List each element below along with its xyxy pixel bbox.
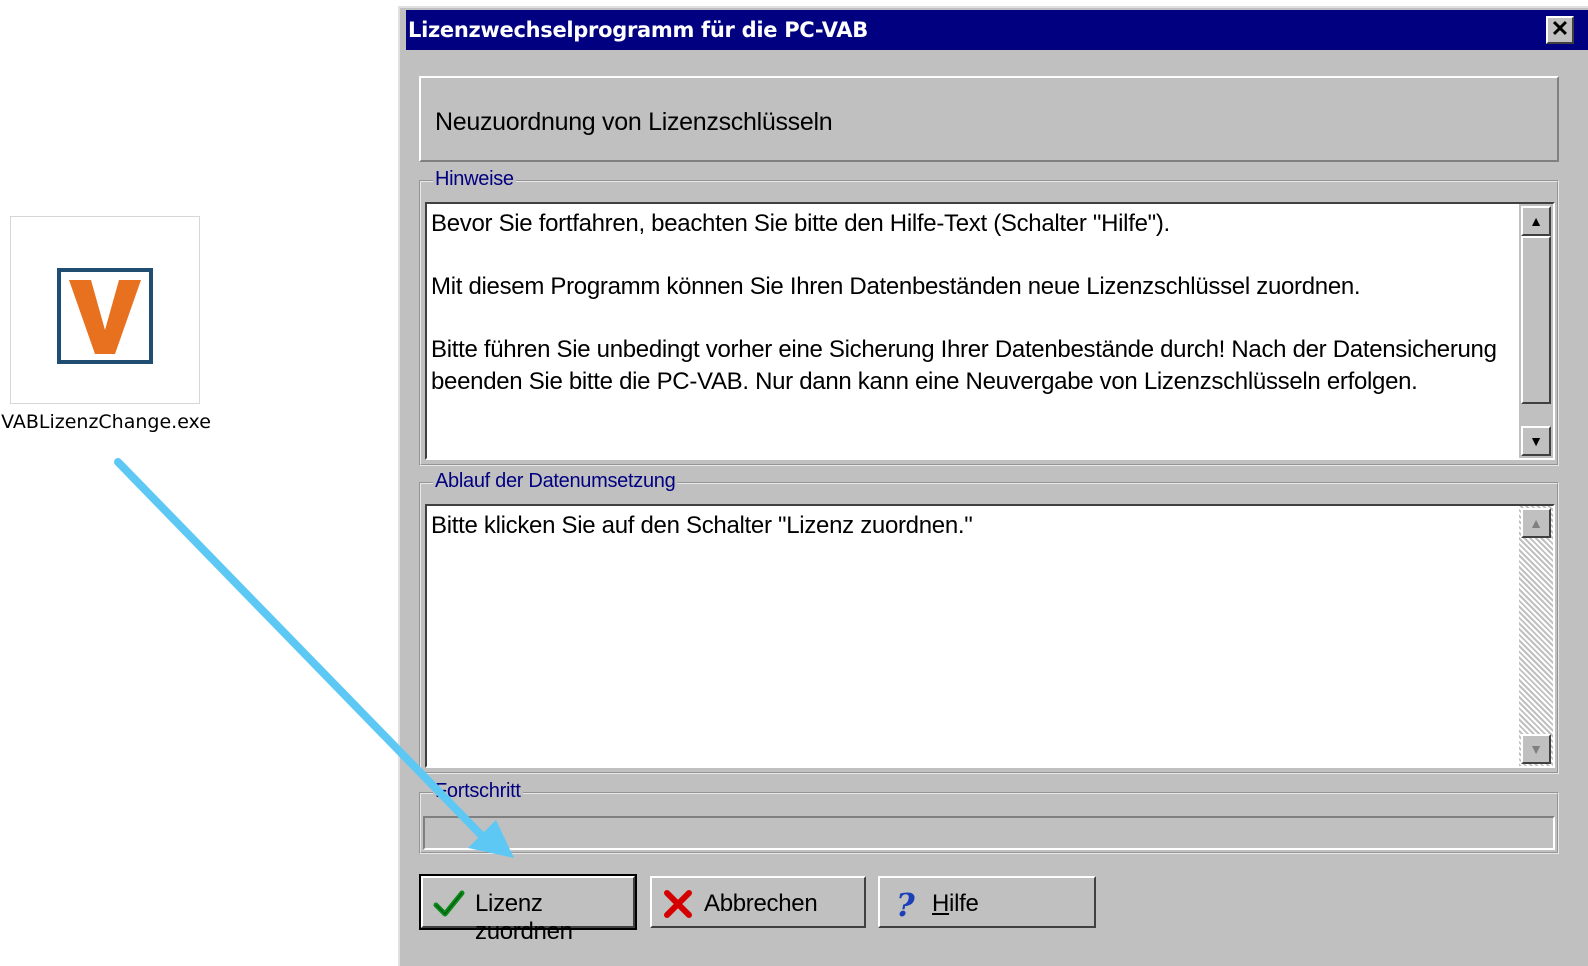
annotation-arrow <box>114 458 514 858</box>
